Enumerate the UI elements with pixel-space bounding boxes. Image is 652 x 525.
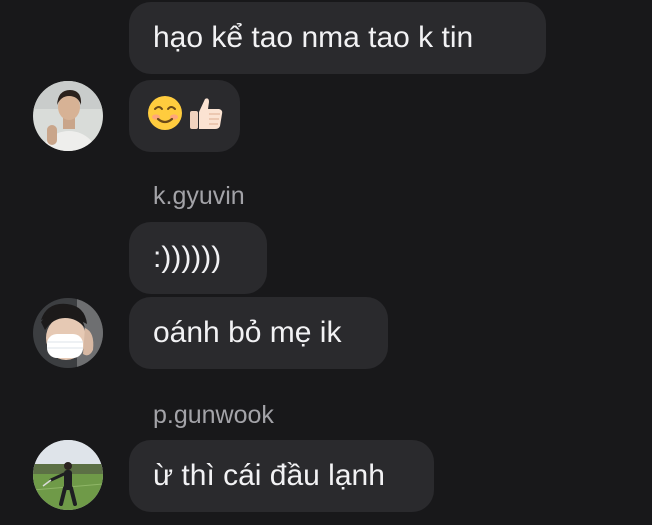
message-bubble[interactable]: hạo kể tao nma tao k tin bbox=[129, 2, 546, 74]
avatar-photo-icon bbox=[33, 440, 103, 510]
sender-name: p.gunwook bbox=[153, 401, 274, 429]
avatar-photo-icon bbox=[33, 81, 103, 151]
thumbs-up-icon bbox=[187, 94, 225, 138]
message-bubble[interactable] bbox=[129, 80, 240, 152]
message-text: hạo kể tao nma tao k tin bbox=[153, 21, 474, 54]
message-text: oánh bỏ mẹ ik bbox=[153, 316, 342, 349]
avatar[interactable] bbox=[33, 81, 103, 151]
avatar[interactable] bbox=[33, 440, 103, 510]
emoji-row bbox=[147, 94, 225, 138]
message-bubble[interactable]: :)))))) bbox=[129, 222, 267, 294]
message-bubble[interactable]: oánh bỏ mẹ ik bbox=[129, 297, 388, 369]
sender-name: k.gyuvin bbox=[153, 182, 245, 210]
message-bubble[interactable]: ừ thì cái đầu lạnh bbox=[129, 440, 434, 512]
message-text: :)))))) bbox=[153, 241, 222, 274]
avatar[interactable] bbox=[33, 298, 103, 368]
smiling-face-icon bbox=[147, 95, 183, 137]
message-text: ừ thì cái đầu lạnh bbox=[153, 459, 385, 492]
avatar-photo-icon bbox=[33, 298, 103, 368]
